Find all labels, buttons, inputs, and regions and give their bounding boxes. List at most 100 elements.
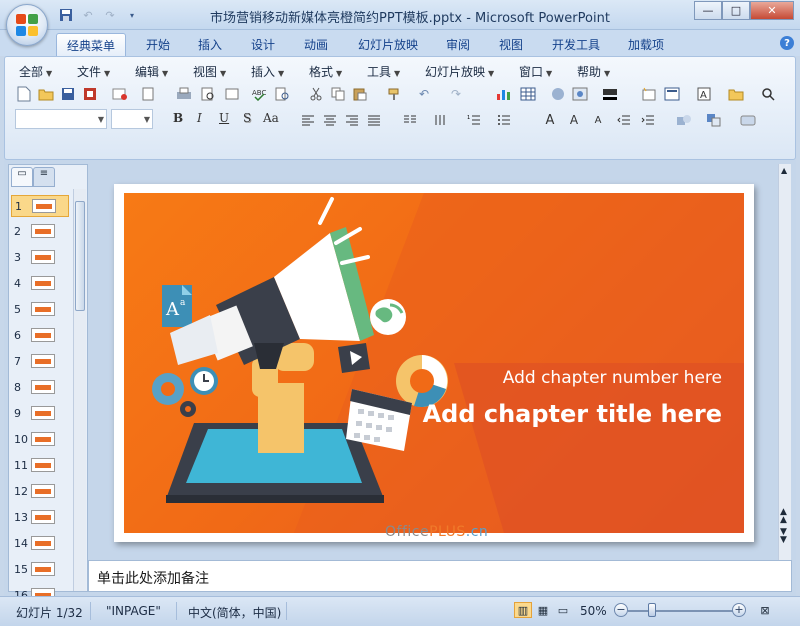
font-size-dropdown[interactable]: ▼ — [111, 109, 153, 129]
maximize-button[interactable]: □ — [722, 1, 750, 20]
align-center-icon[interactable] — [321, 111, 339, 129]
zoom-slider[interactable] — [628, 610, 734, 612]
slide-thumbnail[interactable]: 9 — [11, 403, 69, 425]
new-icon[interactable] — [15, 85, 33, 103]
redo-icon[interactable]: ↷ — [447, 85, 465, 103]
close-button[interactable]: ✕ — [750, 1, 794, 20]
arrange-icon[interactable] — [705, 111, 723, 129]
zoom-in-icon[interactable]: + — [732, 603, 746, 617]
tab-design[interactable]: 设计 — [243, 33, 283, 56]
search-icon[interactable] — [759, 85, 777, 103]
preview-icon[interactable] — [199, 85, 217, 103]
grow-font-icon[interactable]: A — [565, 111, 583, 129]
change-case-button[interactable]: Aa — [263, 111, 279, 125]
bullet-list-icon[interactable] — [495, 111, 513, 129]
align-left-icon[interactable] — [299, 111, 317, 129]
slideshow-view-icon[interactable]: ▭ — [554, 602, 572, 618]
slide-thumbnail[interactable]: 15 — [11, 559, 69, 581]
chapter-title-placeholder[interactable]: Add chapter title here — [423, 400, 722, 428]
notes-pane[interactable]: 单击此处添加备注 — [88, 560, 792, 592]
slides-tab[interactable]: ▭ — [11, 167, 33, 187]
chapter-number-placeholder[interactable]: Add chapter number here — [503, 368, 722, 388]
thumbnail-scrollbar[interactable] — [73, 189, 86, 591]
slide-sorter-icon[interactable]: ▦ — [534, 602, 552, 618]
email-icon[interactable] — [111, 85, 129, 103]
menu-help[interactable]: 帮助 ▼ — [577, 63, 610, 80]
menu-window[interactable]: 窗口 ▼ — [519, 63, 552, 80]
fit-to-window-icon[interactable]: ⊠ — [756, 602, 774, 618]
tab-home[interactable]: 开始 — [138, 33, 178, 56]
justify-icon[interactable] — [365, 111, 383, 129]
permission-icon[interactable] — [81, 85, 99, 103]
shrink-font-icon[interactable]: A — [589, 111, 607, 129]
slide-layout-icon[interactable] — [663, 85, 681, 103]
font-name-dropdown[interactable]: ▼ — [15, 109, 107, 129]
menu-file[interactable]: 文件 ▼ — [77, 63, 110, 80]
slide-canvas[interactable]: A a Add chapter number here Add chapter … — [114, 184, 754, 542]
menu-tools[interactable]: 工具 ▼ — [367, 63, 400, 80]
research-icon[interactable] — [273, 85, 291, 103]
picture-icon[interactable] — [571, 85, 589, 103]
menu-all[interactable]: 全部 ▼ — [19, 63, 52, 80]
print-preview-icon[interactable] — [139, 85, 157, 103]
scroll-up-icon[interactable]: ▲ — [781, 166, 787, 175]
scroll-thumb[interactable] — [75, 201, 85, 311]
decrease-indent-icon[interactable] — [615, 111, 633, 129]
menu-view[interactable]: 视图 ▼ — [193, 63, 226, 80]
layout-icon[interactable] — [223, 85, 241, 103]
slide[interactable]: A a Add chapter number here Add chapter … — [124, 193, 744, 533]
shapes-icon[interactable] — [675, 111, 693, 129]
font-color-icon[interactable]: A — [541, 111, 559, 129]
slide-thumbnail[interactable]: 5 — [11, 299, 69, 321]
shadow-button[interactable]: S — [243, 111, 251, 125]
prev-slide-icon[interactable]: ▲ ▲ — [780, 508, 787, 525]
tab-slideshow[interactable]: 幻灯片放映 — [352, 33, 424, 56]
chart-icon[interactable] — [495, 85, 513, 103]
text-direction-icon[interactable] — [431, 111, 449, 129]
editor-scrollbar[interactable]: ▲ ▲ ▲ ▼ ▼ — [778, 164, 791, 560]
zoom-slider-handle[interactable] — [648, 603, 656, 617]
minimize-button[interactable]: — — [694, 1, 722, 20]
slide-thumbnail[interactable]: 4 — [11, 273, 69, 295]
menu-insert[interactable]: 插入 ▼ — [251, 63, 284, 80]
columns-icon[interactable] — [401, 111, 419, 129]
slide-thumbnail[interactable]: 8 — [11, 377, 69, 399]
italic-button[interactable]: I — [197, 111, 202, 125]
numbered-list-icon[interactable]: 1 — [465, 111, 483, 129]
tab-addins[interactable]: 加载项 — [620, 33, 672, 56]
slide-thumbnail[interactable]: 3 — [11, 247, 69, 269]
quick-styles-icon[interactable] — [739, 111, 757, 129]
slide-thumbnail[interactable]: 2 — [11, 221, 69, 243]
tab-animation[interactable]: 动画 — [296, 33, 336, 56]
slide-thumbnail[interactable]: 14 — [11, 533, 69, 555]
table-icon[interactable] — [519, 85, 537, 103]
slide-thumbnail[interactable]: 13 — [11, 507, 69, 529]
help-icon[interactable]: ? — [780, 36, 794, 50]
copy-icon[interactable] — [329, 85, 347, 103]
office-button[interactable] — [6, 4, 48, 46]
increase-indent-icon[interactable] — [639, 111, 657, 129]
tab-developer[interactable]: 开发工具 — [544, 33, 608, 56]
normal-view-icon[interactable]: ▥ — [514, 602, 532, 618]
cut-icon[interactable] — [307, 85, 325, 103]
paste-icon[interactable] — [351, 85, 369, 103]
menu-slideshow[interactable]: 幻灯片放映 ▼ — [425, 63, 494, 80]
outline-tab[interactable]: ≡ — [33, 167, 55, 187]
zoom-out-icon[interactable]: − — [614, 603, 628, 617]
tab-view[interactable]: 视图 — [491, 33, 531, 56]
open-icon[interactable] — [37, 85, 55, 103]
slide-thumbnail[interactable]: 10 — [11, 429, 69, 451]
zoom-level[interactable]: 50% — [580, 604, 607, 618]
tab-review[interactable]: 审阅 — [438, 33, 478, 56]
align-right-icon[interactable] — [343, 111, 361, 129]
tab-classic-menu[interactable]: 经典菜单 — [56, 33, 126, 56]
clipart-icon[interactable] — [549, 85, 567, 103]
slide-thumbnail[interactable]: 12 — [11, 481, 69, 503]
slide-thumbnail[interactable]: 1 — [11, 195, 69, 217]
slide-thumbnail[interactable]: 11 — [11, 455, 69, 477]
underline-button[interactable]: U — [219, 111, 229, 125]
bold-button[interactable]: B — [173, 111, 183, 125]
menu-edit[interactable]: 编辑 ▼ — [135, 63, 168, 80]
print-icon[interactable] — [175, 85, 193, 103]
slide-thumbnail[interactable]: 7 — [11, 351, 69, 373]
